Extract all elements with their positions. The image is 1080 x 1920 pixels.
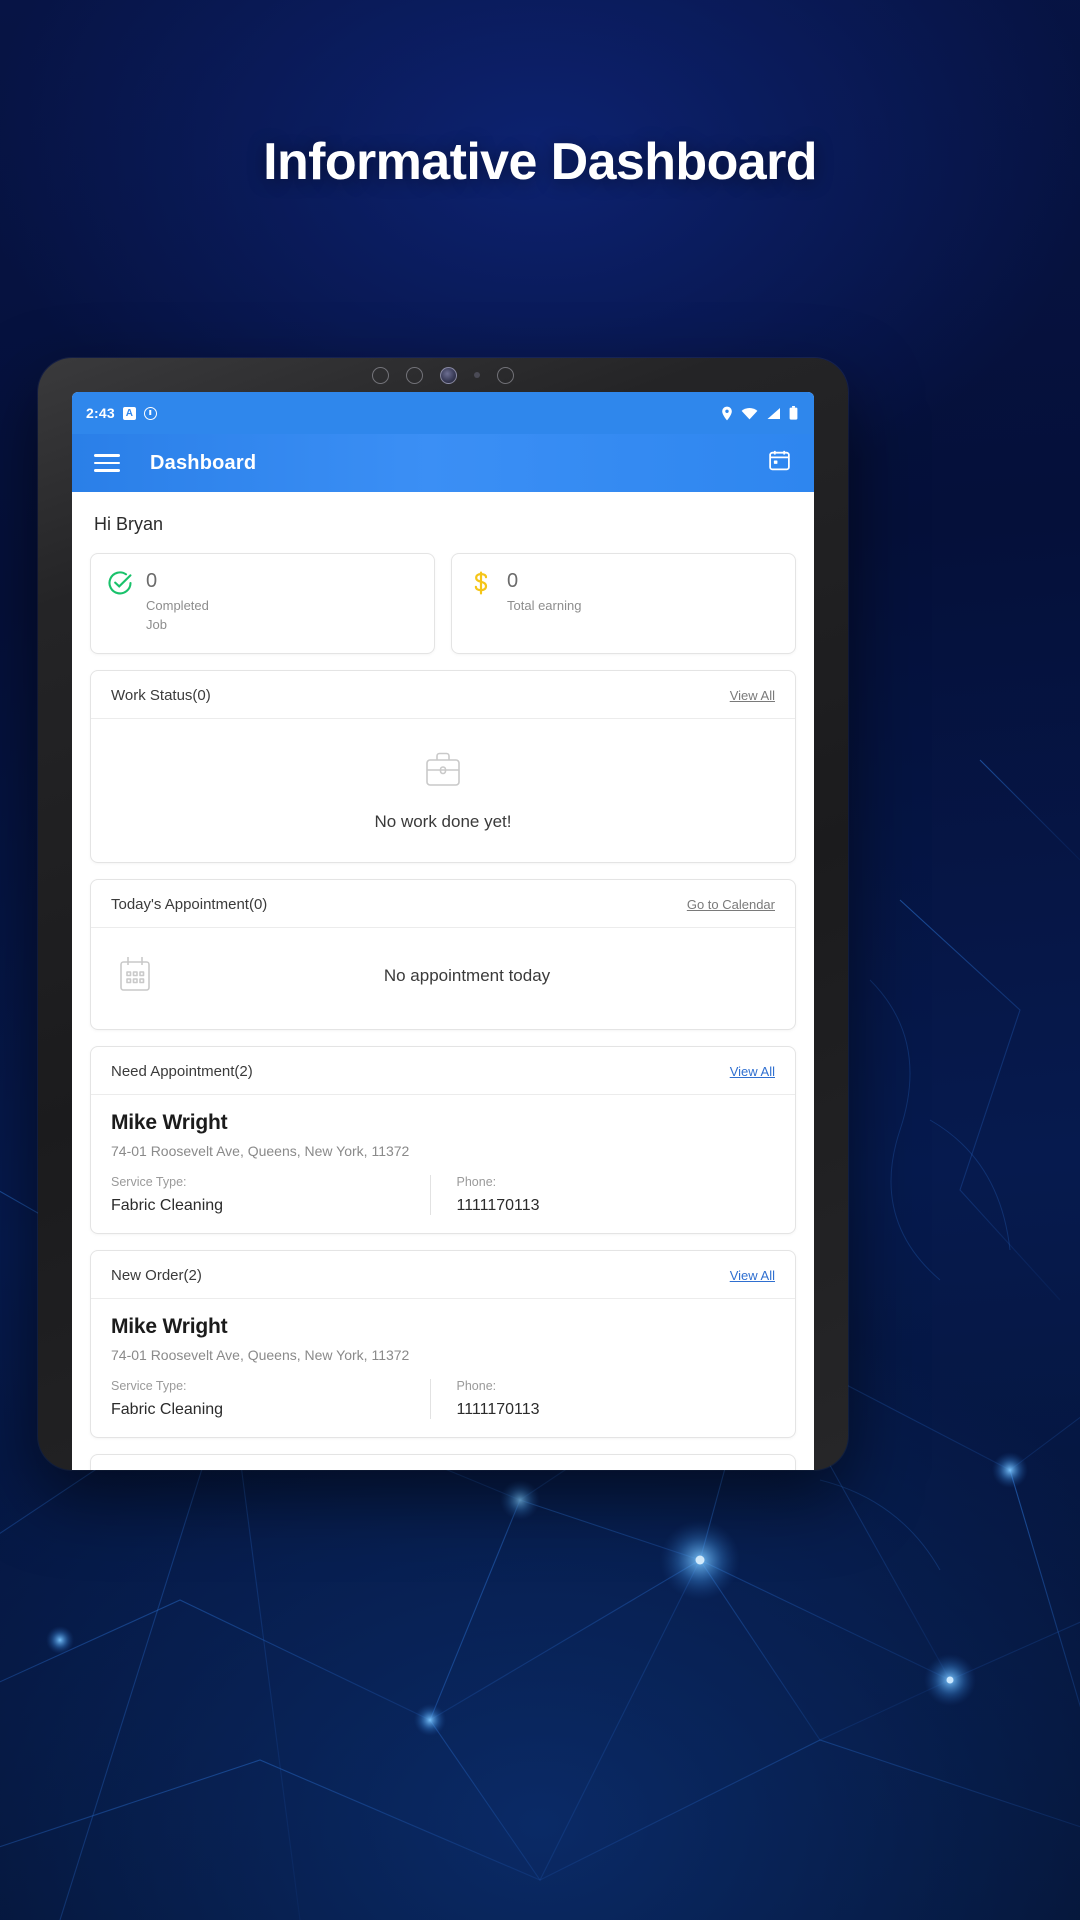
stat-card-completed-job[interactable]: 0 Completed Job <box>90 553 435 654</box>
stat-label: Completed Job <box>146 598 209 632</box>
camera-lens-icon <box>406 366 423 384</box>
card-header: Scheduled(0) View All <box>91 1455 795 1470</box>
location-icon <box>722 406 732 420</box>
check-circle-icon <box>107 570 133 596</box>
calendar-grid-icon <box>111 950 159 1003</box>
status-bar-left: 2:43 A <box>86 405 157 421</box>
camera-lens-icon <box>497 366 514 384</box>
dollar-icon <box>468 570 494 596</box>
camera-lens-active-icon <box>440 366 457 384</box>
service-type-value: Fabric Cleaning <box>111 1400 224 1418</box>
signal-icon <box>767 407 780 419</box>
customer-name: Mike Wright <box>111 1314 228 1338</box>
status-bar-clock: 2:43 <box>86 405 115 421</box>
user-greeting: Hi Bryan <box>94 514 164 534</box>
empty-state: No work done yet! <box>91 719 795 862</box>
stat-card-total-earning[interactable]: 0 Total earning <box>451 553 796 654</box>
hamburger-menu-icon[interactable] <box>94 454 120 472</box>
card-scheduled[interactable]: Scheduled(0) View All No Scheduled <box>90 1453 796 1470</box>
status-bar-right <box>721 406 798 421</box>
page-title: Dashboard <box>150 451 257 474</box>
empty-state: No appointment today <box>91 928 795 1029</box>
stat-value: 0 <box>146 570 158 592</box>
job-detail-columns: Service Type: Fabric Cleaning Phone: 111… <box>111 1174 776 1215</box>
card-title: Work Status(0) <box>111 686 211 704</box>
card-header: Need Appointment(2) View All <box>91 1047 795 1095</box>
app-bar: Dashboard <box>72 434 814 492</box>
briefcase-icon <box>419 745 467 798</box>
stat-label: Total earning <box>507 598 582 613</box>
card-need-appointment[interactable]: Need Appointment(2) View All Mike Wright… <box>90 1045 796 1234</box>
phone-column: Phone: 1111170113 <box>429 1174 776 1215</box>
job-entry[interactable]: Mike Wright 74-01 Roosevelt Ave, Queens,… <box>91 1095 795 1233</box>
empty-message: No work done yet! <box>374 811 512 831</box>
customer-address: 74-01 Roosevelt Ave, Queens, New York, 1… <box>111 1346 410 1363</box>
stat-value: 0 <box>507 570 519 592</box>
promo-headline: Informative Dashboard <box>263 133 817 191</box>
job-entry[interactable]: Mike Wright 74-01 Roosevelt Ave, Queens,… <box>91 1299 795 1437</box>
device-bezel-top <box>38 358 848 392</box>
phone-label: Phone: <box>456 1174 497 1189</box>
stat-card-content: 0 Total earning <box>468 570 779 616</box>
alarm-badge-icon: A <box>122 406 136 420</box>
service-type-column: Service Type: Fabric Cleaning <box>111 1175 430 1215</box>
info-circle-icon <box>143 406 157 420</box>
customer-address: 74-01 Roosevelt Ave, Queens, New York, 1… <box>111 1142 410 1159</box>
status-bar: 2:43 A <box>72 392 814 434</box>
tablet-device-frame: 2:43 A Dashboard Hi Bryan 0 Completed Jo… <box>38 358 848 1470</box>
wifi-icon <box>741 407 758 419</box>
card-work-status[interactable]: Work Status(0) View All No work done yet… <box>90 669 796 863</box>
stat-card-row: 0 Completed Job 0 Total earning <box>90 553 796 654</box>
card-title: New Order(2) <box>111 1266 202 1284</box>
card-header: Work Status(0) View All <box>91 671 795 719</box>
phone-value: 1111170113 <box>456 1196 540 1214</box>
stat-card-texts: 0 Total earning <box>507 570 581 616</box>
phone-value: 1111170113 <box>456 1400 540 1418</box>
card-title: Today's Appointment(0) <box>111 895 268 913</box>
battery-icon <box>789 406 798 420</box>
go-to-calendar-link[interactable]: Go to Calendar <box>687 897 775 912</box>
card-header: New Order(2) View All <box>91 1251 795 1299</box>
phone-column: Phone: 1111170113 <box>429 1378 776 1419</box>
phone-label: Phone: <box>456 1378 497 1393</box>
device-screen: 2:43 A Dashboard Hi Bryan 0 Completed Jo… <box>72 392 814 1470</box>
view-all-link[interactable]: View All <box>730 1268 775 1283</box>
card-todays-appointment[interactable]: Today's Appointment(0) Go to Calendar No… <box>90 878 796 1030</box>
job-detail-columns: Service Type: Fabric Cleaning Phone: 111… <box>111 1378 776 1419</box>
service-type-label: Service Type: <box>111 1378 187 1393</box>
empty-message: No appointment today <box>383 966 551 986</box>
sensor-dot-icon <box>474 372 480 378</box>
customer-name: Mike Wright <box>111 1110 228 1134</box>
dashboard-content[interactable]: Hi Bryan 0 Completed Job 0 Total earning… <box>72 492 814 1470</box>
stat-card-texts: 0 Completed Job <box>146 570 224 635</box>
view-all-link[interactable]: View All <box>730 688 775 703</box>
view-all-link[interactable]: View All <box>730 1064 775 1079</box>
service-type-column: Service Type: Fabric Cleaning <box>111 1379 430 1419</box>
camera-lens-icon <box>372 366 389 384</box>
card-header: Today's Appointment(0) Go to Calendar <box>91 880 795 928</box>
service-type-value: Fabric Cleaning <box>111 1196 224 1214</box>
stat-card-content: 0 Completed Job <box>107 570 418 635</box>
card-title: Need Appointment(2) <box>111 1062 253 1080</box>
card-new-order[interactable]: New Order(2) View All Mike Wright 74-01 … <box>90 1249 796 1438</box>
calendar-icon[interactable] <box>767 448 792 478</box>
service-type-label: Service Type: <box>111 1174 187 1189</box>
